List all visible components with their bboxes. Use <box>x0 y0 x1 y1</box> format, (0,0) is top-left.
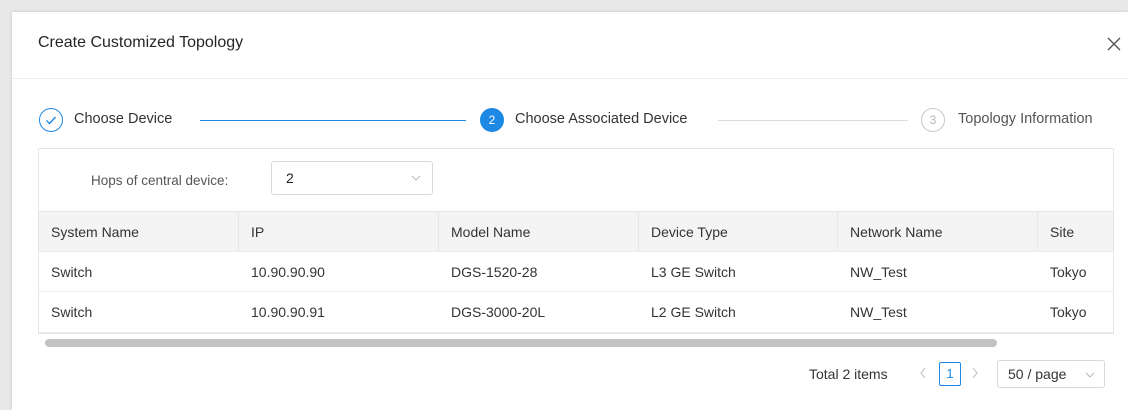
chevron-down-icon <box>1085 372 1095 378</box>
hops-label: Hops of central device: <box>91 173 229 188</box>
check-icon <box>46 116 57 125</box>
chevron-down-icon <box>411 175 421 181</box>
horizontal-scrollbar[interactable] <box>45 339 1111 347</box>
hops-select[interactable]: 2 <box>271 161 433 195</box>
filter-row: Hops of central device: 2 <box>39 149 1113 211</box>
hops-select-value: 2 <box>286 170 294 186</box>
column-header-site[interactable]: Site <box>1038 212 1114 252</box>
page-1-button[interactable]: 1 <box>939 362 961 386</box>
step-3-label: Topology Information <box>958 111 1093 127</box>
cell-network-name: NW_Test <box>850 264 907 280</box>
cell-model-name: DGS-1520-28 <box>451 264 538 280</box>
total-items: Total 2 items <box>809 366 888 382</box>
step-1-connector <box>200 120 466 121</box>
table-row[interactable]: Switch 10.90.90.90 DGS-1520-28 L3 GE Swi… <box>39 251 1113 292</box>
steps-bar: Choose Device 2 Choose Associated Device… <box>12 78 1128 148</box>
chevron-right-icon <box>972 367 978 379</box>
cell-network-name: NW_Test <box>850 304 907 320</box>
dialog-title: Create Customized Topology <box>38 34 244 51</box>
cell-ip: 10.90.90.91 <box>251 304 325 320</box>
step-1-indicator <box>39 108 63 132</box>
cell-model-name: DGS-3000-20L <box>451 304 546 320</box>
step-1-label: Choose Device <box>74 111 173 127</box>
step-2-indicator: 2 <box>480 108 504 132</box>
column-header-device-type[interactable]: Device Type <box>639 212 838 252</box>
pagination: Total 2 items 1 50 / page <box>12 360 1128 388</box>
page-size-select[interactable]: 50 / page <box>997 360 1105 388</box>
scrollbar-thumb[interactable] <box>45 339 997 347</box>
dialog-header: Create Customized Topology <box>12 12 1128 79</box>
prev-page-button[interactable] <box>918 366 928 383</box>
cell-system-name: Switch <box>51 264 93 280</box>
cell-device-type: L3 GE Switch <box>651 264 736 280</box>
cell-site: Tokyo <box>1050 264 1087 280</box>
column-header-network-name[interactable]: Network Name <box>838 212 1038 252</box>
cell-ip: 10.90.90.90 <box>251 264 325 280</box>
next-page-button[interactable] <box>970 366 980 383</box>
step-3-indicator: 3 <box>921 108 945 132</box>
associated-device-panel: Hops of central device: 2 System Name IP… <box>38 148 1114 347</box>
page-size-value: 50 / page <box>1008 366 1067 382</box>
table-row[interactable]: Switch 10.90.90.91 DGS-3000-20L L2 GE Sw… <box>39 291 1113 333</box>
close-icon <box>1107 37 1121 51</box>
cell-site: Tokyo <box>1050 304 1087 320</box>
column-header-system-name[interactable]: System Name <box>39 212 239 252</box>
column-header-model-name[interactable]: Model Name <box>439 212 639 252</box>
cell-system-name: Switch <box>51 304 93 320</box>
step-2-connector <box>718 120 908 121</box>
column-header-ip[interactable]: IP <box>239 212 439 252</box>
step-2-label: Choose Associated Device <box>515 111 688 127</box>
chevron-left-icon <box>920 367 926 379</box>
create-topology-dialog: Create Customized Topology Choose Device… <box>12 12 1128 410</box>
table-header-row: System Name IP Model Name Device Type Ne… <box>39 211 1113 252</box>
cell-device-type: L2 GE Switch <box>651 304 736 320</box>
close-button[interactable] <box>1100 30 1128 58</box>
